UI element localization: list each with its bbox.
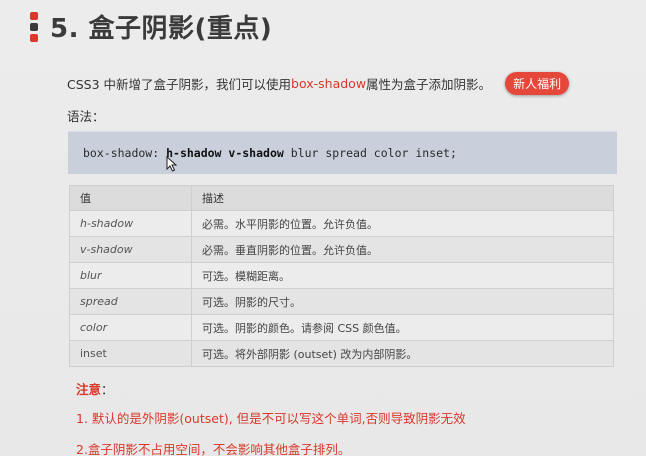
header-description: 描述 [191,185,614,211]
table-row: blur 可选。模糊距离。 [69,262,614,289]
heading-mark [30,33,38,42]
row-description: 可选。阴影的尺寸。 [191,288,614,315]
intro-paragraph: CSS3 中新增了盒子阴影，我们可以使用 box-shadow 属性为盒子添加阴… [67,72,570,95]
row-value: v-shadow [69,236,192,263]
row-description: 必需。水平阴影的位置。允许负值。 [191,210,614,237]
note-heading: 注意： [76,379,114,398]
syntax-label: 语法： [67,109,105,124]
code-rest: blur spread color inset; [283,146,457,160]
table-row: spread 可选。阴影的尺寸。 [69,288,614,315]
row-description: 可选。将外部阴影 (outset) 改为内部阴影。 [191,340,614,367]
heading: 5. 盒子阴影(重点) [30,8,272,45]
slide-page: 5. 盒子阴影(重点) CSS3 中新增了盒子阴影，我们可以使用 box-sha… [0,0,646,456]
note-item-1: 1. 默认的是外阴影(outset), 但是不可以写这个单词,否则导致阴影无效 [76,411,466,426]
row-description: 可选。模糊距离。 [191,262,614,289]
table-row: v-shadow 必需。垂直阴影的位置。允许负值。 [69,236,614,263]
intro-text-after: 属性为盒子添加阴影。 [366,77,492,92]
code-line: box-shadow: h-shadow v-shadow blur sprea… [83,146,457,160]
page-title: 5. 盒子阴影(重点) [50,14,273,44]
row-value: spread [69,288,192,315]
row-value: inset [69,340,192,367]
shadow-properties-table: 值 描述 h-shadow 必需。水平阴影的位置。允许负值。 v-shadow … [69,185,614,367]
note-item-2: 2.盒子阴影不占用空间，不会影响其他盒子排列。 [76,442,351,456]
code-bold-part: h-shadow v-shadow [166,146,284,160]
table-row: h-shadow 必需。水平阴影的位置。允许负值。 [69,210,614,237]
heading-mark [30,22,38,31]
header-value: 值 [69,185,192,211]
intro-text-before: CSS3 中新增了盒子阴影，我们可以使用 [67,77,292,92]
mouse-cursor-icon [166,156,178,172]
table-row: color 可选。阴影的颜色。请参阅 CSS 颜色值。 [69,314,614,341]
row-value: blur [69,262,192,289]
row-value: color [69,314,192,341]
row-description: 可选。阴影的颜色。请参阅 CSS 颜色值。 [191,314,614,341]
code-prefix: box-shadow: [83,146,167,160]
heading-mark [30,11,38,20]
welfare-badge-button[interactable]: 新人福利 [505,72,570,95]
note-label-text: 注意 [76,382,102,397]
row-value: h-shadow [69,210,192,237]
table-row: inset 可选。将外部阴影 (outset) 改为内部阴影。 [69,340,614,367]
note-colon: ： [101,382,114,397]
intro-highlight: box-shadow [291,76,367,91]
row-description: 必需。垂直阴影的位置。允许负值。 [191,236,614,263]
heading-marks-icon [30,11,38,42]
code-block: box-shadow: h-shadow v-shadow blur sprea… [68,131,617,174]
table-header-row: 值 描述 [69,185,614,211]
